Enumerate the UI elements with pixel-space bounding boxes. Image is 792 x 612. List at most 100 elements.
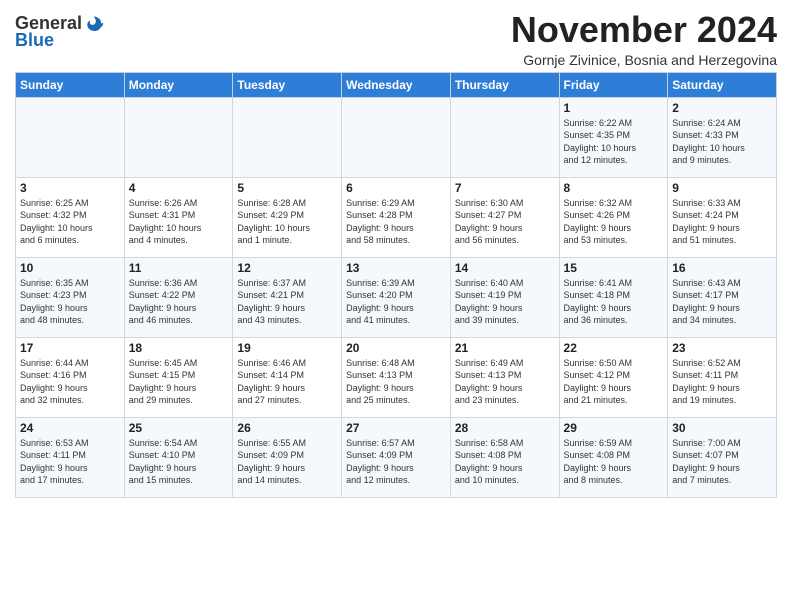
day-info: Sunrise: 6:24 AM Sunset: 4:33 PM Dayligh… <box>672 117 772 167</box>
calendar-cell: 3Sunrise: 6:25 AM Sunset: 4:32 PM Daylig… <box>16 177 125 257</box>
day-number: 30 <box>672 421 772 435</box>
day-info: Sunrise: 6:54 AM Sunset: 4:10 PM Dayligh… <box>129 437 229 487</box>
day-number: 19 <box>237 341 337 355</box>
day-number: 16 <box>672 261 772 275</box>
logo-bird-icon <box>84 14 104 34</box>
day-number: 10 <box>20 261 120 275</box>
day-info: Sunrise: 6:33 AM Sunset: 4:24 PM Dayligh… <box>672 197 772 247</box>
day-info: Sunrise: 6:36 AM Sunset: 4:22 PM Dayligh… <box>129 277 229 327</box>
day-info: Sunrise: 6:26 AM Sunset: 4:31 PM Dayligh… <box>129 197 229 247</box>
calendar-cell: 27 Sunrise: 6:57 AM Sunset: 4:09 PM Dayli… <box>342 417 451 497</box>
weekday-saturday: Saturday <box>668 72 777 97</box>
calendar-cell: 8 Sunrise: 6:32 AM Sunset: 4:26 PM Daylig… <box>559 177 668 257</box>
calendar-cell: 30 Sunrise: 7:00 AM Sunset: 4:07 PM Dayli… <box>668 417 777 497</box>
day-info: Sunrise: 6:43 AM Sunset: 4:17 PM Dayligh… <box>672 277 772 327</box>
day-number: 7 <box>455 181 555 195</box>
day-info: Sunrise: 6:29 AM Sunset: 4:28 PM Dayligh… <box>346 197 446 247</box>
day-number: 3 <box>20 181 120 195</box>
day-number: 24 <box>20 421 120 435</box>
calendar-cell: 5 Sunrise: 6:28 AM Sunset: 4:29 PM Daylig… <box>233 177 342 257</box>
day-number: 11 <box>129 261 229 275</box>
day-info: Sunrise: 6:46 AM Sunset: 4:14 PM Dayligh… <box>237 357 337 407</box>
calendar-cell: 21 Sunrise: 6:49 AM Sunset: 4:13 PM Dayli… <box>450 337 559 417</box>
calendar-cell: 23Sunrise: 6:52 AM Sunset: 4:11 PM Dayli… <box>668 337 777 417</box>
calendar-cell: 6 Sunrise: 6:29 AM Sunset: 4:28 PM Daylig… <box>342 177 451 257</box>
calendar-week-1: 1 Sunrise: 6:22 AM Sunset: 4:35 PM Daylig… <box>16 97 777 177</box>
calendar-week-2: 3Sunrise: 6:25 AM Sunset: 4:32 PM Daylig… <box>16 177 777 257</box>
day-info: Sunrise: 6:45 AM Sunset: 4:15 PM Dayligh… <box>129 357 229 407</box>
calendar-cell: 7 Sunrise: 6:30 AM Sunset: 4:27 PM Daylig… <box>450 177 559 257</box>
header: General Blue November 2024 Gornje Zivini… <box>15 10 777 68</box>
day-info: Sunrise: 6:44 AM Sunset: 4:16 PM Dayligh… <box>20 357 120 407</box>
calendar-cell: 1 Sunrise: 6:22 AM Sunset: 4:35 PM Daylig… <box>559 97 668 177</box>
calendar-cell: 19 Sunrise: 6:46 AM Sunset: 4:14 PM Dayli… <box>233 337 342 417</box>
calendar-cell: 26Sunrise: 6:55 AM Sunset: 4:09 PM Dayli… <box>233 417 342 497</box>
calendar-cell: 13Sunrise: 6:39 AM Sunset: 4:20 PM Dayli… <box>342 257 451 337</box>
day-info: Sunrise: 6:53 AM Sunset: 4:11 PM Dayligh… <box>20 437 120 487</box>
day-number: 23 <box>672 341 772 355</box>
logo: General Blue <box>15 14 104 51</box>
day-number: 5 <box>237 181 337 195</box>
weekday-wednesday: Wednesday <box>342 72 451 97</box>
logo-text: General Blue <box>15 14 104 51</box>
weekday-thursday: Thursday <box>450 72 559 97</box>
calendar-cell: 18 Sunrise: 6:45 AM Sunset: 4:15 PM Dayli… <box>124 337 233 417</box>
day-info: Sunrise: 6:35 AM Sunset: 4:23 PM Dayligh… <box>20 277 120 327</box>
day-info: Sunrise: 6:30 AM Sunset: 4:27 PM Dayligh… <box>455 197 555 247</box>
calendar-cell: 17 Sunrise: 6:44 AM Sunset: 4:16 PM Dayli… <box>16 337 125 417</box>
calendar-cell: 11 Sunrise: 6:36 AM Sunset: 4:22 PM Dayli… <box>124 257 233 337</box>
day-number: 26 <box>237 421 337 435</box>
weekday-sunday: Sunday <box>16 72 125 97</box>
calendar-cell: 29 Sunrise: 6:59 AM Sunset: 4:08 PM Dayli… <box>559 417 668 497</box>
calendar-cell: 20Sunrise: 6:48 AM Sunset: 4:13 PM Dayli… <box>342 337 451 417</box>
day-number: 18 <box>129 341 229 355</box>
day-info: Sunrise: 6:40 AM Sunset: 4:19 PM Dayligh… <box>455 277 555 327</box>
calendar-body: 1 Sunrise: 6:22 AM Sunset: 4:35 PM Daylig… <box>16 97 777 497</box>
weekday-monday: Monday <box>124 72 233 97</box>
calendar-cell <box>124 97 233 177</box>
calendar-week-4: 17 Sunrise: 6:44 AM Sunset: 4:16 PM Dayli… <box>16 337 777 417</box>
day-number: 12 <box>237 261 337 275</box>
day-number: 1 <box>564 101 664 115</box>
calendar-cell <box>16 97 125 177</box>
weekday-tuesday: Tuesday <box>233 72 342 97</box>
calendar-cell: 24 Sunrise: 6:53 AM Sunset: 4:11 PM Dayli… <box>16 417 125 497</box>
calendar-cell: 4 Sunrise: 6:26 AM Sunset: 4:31 PM Daylig… <box>124 177 233 257</box>
day-info: Sunrise: 6:39 AM Sunset: 4:20 PM Dayligh… <box>346 277 446 327</box>
calendar-cell: 16 Sunrise: 6:43 AM Sunset: 4:17 PM Dayli… <box>668 257 777 337</box>
day-info: Sunrise: 6:32 AM Sunset: 4:26 PM Dayligh… <box>564 197 664 247</box>
calendar-header: SundayMondayTuesdayWednesdayThursdayFrid… <box>16 72 777 97</box>
calendar-cell <box>233 97 342 177</box>
day-info: Sunrise: 6:41 AM Sunset: 4:18 PM Dayligh… <box>564 277 664 327</box>
day-info: Sunrise: 6:57 AM Sunset: 4:09 PM Dayligh… <box>346 437 446 487</box>
day-info: Sunrise: 6:59 AM Sunset: 4:08 PM Dayligh… <box>564 437 664 487</box>
day-number: 8 <box>564 181 664 195</box>
day-info: Sunrise: 6:28 AM Sunset: 4:29 PM Dayligh… <box>237 197 337 247</box>
calendar-cell: 25 Sunrise: 6:54 AM Sunset: 4:10 PM Dayli… <box>124 417 233 497</box>
day-number: 4 <box>129 181 229 195</box>
day-number: 29 <box>564 421 664 435</box>
location-subtitle: Gornje Zivinice, Bosnia and Herzegovina <box>511 52 777 68</box>
day-info: Sunrise: 6:37 AM Sunset: 4:21 PM Dayligh… <box>237 277 337 327</box>
calendar-cell: 14Sunrise: 6:40 AM Sunset: 4:19 PM Dayli… <box>450 257 559 337</box>
day-number: 21 <box>455 341 555 355</box>
day-number: 6 <box>346 181 446 195</box>
day-info: Sunrise: 7:00 AM Sunset: 4:07 PM Dayligh… <box>672 437 772 487</box>
title-block: November 2024 Gornje Zivinice, Bosnia an… <box>511 10 777 68</box>
day-number: 25 <box>129 421 229 435</box>
main-container: General Blue November 2024 Gornje Zivini… <box>0 0 792 503</box>
day-number: 22 <box>564 341 664 355</box>
day-info: Sunrise: 6:49 AM Sunset: 4:13 PM Dayligh… <box>455 357 555 407</box>
weekday-header-row: SundayMondayTuesdayWednesdayThursdayFrid… <box>16 72 777 97</box>
day-info: Sunrise: 6:50 AM Sunset: 4:12 PM Dayligh… <box>564 357 664 407</box>
calendar-cell: 15Sunrise: 6:41 AM Sunset: 4:18 PM Dayli… <box>559 257 668 337</box>
calendar-week-5: 24 Sunrise: 6:53 AM Sunset: 4:11 PM Dayli… <box>16 417 777 497</box>
day-number: 17 <box>20 341 120 355</box>
day-number: 27 <box>346 421 446 435</box>
calendar-table: SundayMondayTuesdayWednesdayThursdayFrid… <box>15 72 777 498</box>
day-number: 2 <box>672 101 772 115</box>
calendar-cell: 28Sunrise: 6:58 AM Sunset: 4:08 PM Dayli… <box>450 417 559 497</box>
weekday-friday: Friday <box>559 72 668 97</box>
day-info: Sunrise: 6:22 AM Sunset: 4:35 PM Dayligh… <box>564 117 664 167</box>
calendar-cell: 9Sunrise: 6:33 AM Sunset: 4:24 PM Daylig… <box>668 177 777 257</box>
